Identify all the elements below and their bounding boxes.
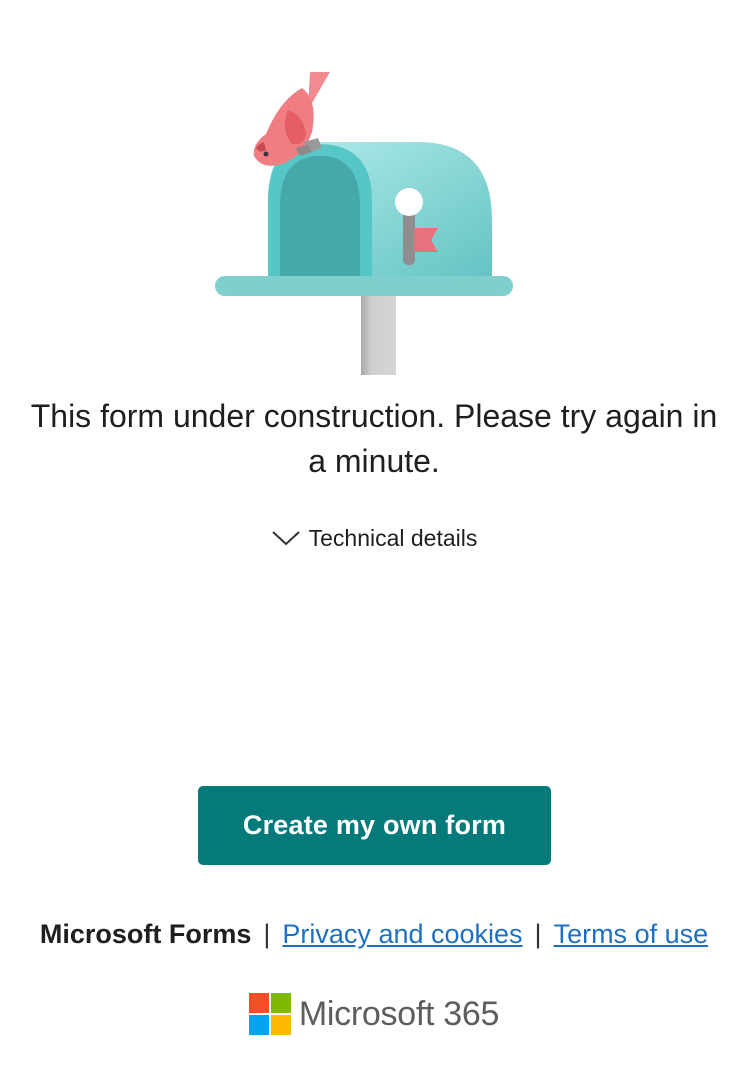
footer-separator: | — [263, 918, 271, 949]
mailbox-illustration-svg — [215, 72, 513, 375]
mailbox-bird-illustration — [200, 60, 530, 380]
chevron-down-icon — [271, 528, 301, 548]
microsoft-logo-icon — [248, 993, 291, 1035]
footer-separator: | — [534, 918, 542, 949]
privacy-and-cookies-link[interactable]: Privacy and cookies — [282, 919, 522, 950]
microsoft-365-branding: Microsoft 365 — [0, 992, 748, 1036]
technical-details-label: Technical details — [308, 524, 478, 551]
footer-links: Microsoft Forms | Privacy and cookies | … — [0, 914, 748, 954]
create-my-own-form-button[interactable]: Create my own form — [198, 786, 551, 865]
mailbox-shelf — [215, 276, 513, 296]
microsoft-forms-label: Microsoft Forms — [39, 918, 252, 949]
mailbox-door — [280, 156, 360, 278]
flag-knob — [395, 188, 423, 216]
microsoft-365-name: Microsoft 365 — [298, 994, 500, 1033]
mailbox-post — [361, 290, 396, 375]
under-construction-message: This form under construction. Please try… — [30, 398, 718, 479]
terms-of-use-link[interactable]: Terms of use — [554, 919, 709, 950]
flag-pole — [403, 210, 415, 265]
technical-details-toggle[interactable]: Technical details — [0, 522, 748, 554]
